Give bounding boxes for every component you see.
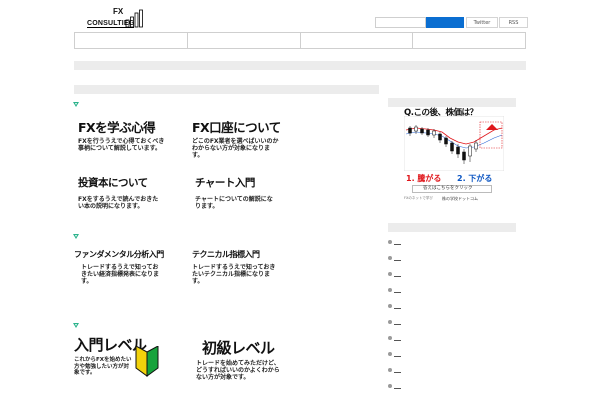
- ad-answer-down: 2. 下がる: [457, 174, 493, 183]
- ad-sponsor-text: FXのネットで学び: [404, 196, 433, 200]
- nav-item-3[interactable]: [301, 33, 414, 48]
- bullet-icon: [388, 288, 392, 292]
- sidebar-ad[interactable]: Q.この後、株価は？ 1. 騰がる 2. 下がる 答えはこちらをクリック FXの…: [404, 106, 504, 206]
- sidebar-list-item[interactable]: [388, 350, 516, 359]
- sidebar-list-item[interactable]: [388, 286, 516, 295]
- item-desc: トレードするうえで知っておきたい経済指標発表になります。: [81, 264, 160, 285]
- item-title: FX口座について: [192, 120, 281, 135]
- sidebar-list-item[interactable]: [388, 334, 516, 343]
- item-title: テクニカル指標入門: [192, 250, 260, 259]
- sidebar-list-item[interactable]: [388, 238, 516, 247]
- logo-fx-text: FX: [113, 7, 124, 16]
- bullet-icon: [388, 304, 392, 308]
- sidebar-list-item[interactable]: [388, 254, 516, 263]
- breadcrumb-bar: [74, 61, 526, 70]
- nav-item-1[interactable]: [75, 33, 188, 48]
- item-technical-indicators[interactable]: テクニカル指標入門 トレードするうえで知っておきたいテクニカル指標になります。: [192, 250, 292, 285]
- global-nav: [74, 32, 526, 49]
- item-fx-mindset[interactable]: FXを学ぶ心得 FXを行ううえで心得ておくべき事柄について解説しています。: [78, 120, 178, 153]
- site-logo[interactable]: FX CONSULTIEG: [87, 7, 143, 33]
- section-marker-icon: [73, 323, 79, 328]
- item-fx-account[interactable]: FX口座について どこのFX業者を選べばいいのかわからない方が対象になります。: [192, 120, 292, 160]
- item-desc: チャートについての解説になります。: [195, 196, 273, 210]
- nav-item-4[interactable]: [413, 33, 525, 48]
- section-marker-icon: [73, 102, 79, 107]
- item-title: ファンダメンタル分析入門: [74, 250, 164, 259]
- item-title: FXを学ぶ心得: [78, 120, 156, 135]
- sidebar-list-item[interactable]: [388, 318, 516, 327]
- item-desc: これからFXを始めたい方や勉強したい方が対象です。: [74, 357, 132, 376]
- ad-answer-button[interactable]: 答えはこちらをクリック: [412, 185, 492, 193]
- content-header-bar: [74, 85, 379, 94]
- bullet-icon: [388, 384, 392, 388]
- ad-answer-up: 1. 騰がる: [406, 174, 442, 183]
- item-title: 投資本について: [78, 177, 148, 189]
- item-desc: どこのFX業者を選べばいいのかわからない方が対象になります。: [192, 138, 279, 159]
- bullet-icon: [388, 320, 392, 324]
- item-desc: トレードするうえで知っておきたいテクニカル指標になります。: [192, 264, 276, 285]
- bullet-icon: [388, 336, 392, 340]
- item-title: チャート入門: [195, 177, 255, 189]
- item-desc: FXをするうえで読んでおきたい本の説明になります。: [78, 196, 159, 210]
- bullet-icon: [388, 368, 392, 372]
- item-investment-books[interactable]: 投資本について FXをするうえで読んでおきたい本の説明になります。: [78, 177, 178, 210]
- beginner-mark-icon: [135, 346, 159, 377]
- bullet-icon: [388, 256, 392, 260]
- search-button[interactable]: [426, 17, 464, 28]
- twitter-link[interactable]: Twitter: [466, 17, 498, 28]
- rss-link[interactable]: RSS: [499, 17, 528, 28]
- nav-item-2[interactable]: [188, 33, 301, 48]
- ad-brand: 株の学校ドットコム: [442, 196, 478, 201]
- ad-stock-chart: [404, 116, 504, 171]
- section-marker-icon: [73, 234, 79, 239]
- sidebar-list-item[interactable]: [388, 366, 516, 375]
- item-desc: トレードを始めてみただけど、どうすればいいのかよくわからない方が対象です。: [196, 360, 280, 381]
- sidebar-list-item[interactable]: [388, 270, 516, 279]
- item-title: 初級レベル: [202, 339, 275, 357]
- sidebar-heading: [388, 223, 516, 232]
- bullet-icon: [388, 240, 392, 244]
- logo-candles-icon: [125, 9, 143, 28]
- sidebar-list-item[interactable]: [388, 382, 516, 391]
- sidebar-list-item[interactable]: [388, 302, 516, 311]
- bullet-icon: [388, 272, 392, 276]
- item-desc: FXを行ううえで心得ておくべき事柄について解説しています。: [78, 138, 165, 152]
- item-chart-intro[interactable]: チャート入門 チャートについての解説になります。: [195, 177, 295, 210]
- search-input[interactable]: [375, 17, 426, 28]
- bullet-icon: [388, 352, 392, 356]
- item-elementary-level[interactable]: 初級レベル トレードを始めてみただけど、どうすればいいのかよくわからない方が対象…: [196, 339, 296, 382]
- item-fundamental-analysis[interactable]: ファンダメンタル分析入門 トレードするうえで知っておきたい経済指標発表になります…: [74, 250, 174, 285]
